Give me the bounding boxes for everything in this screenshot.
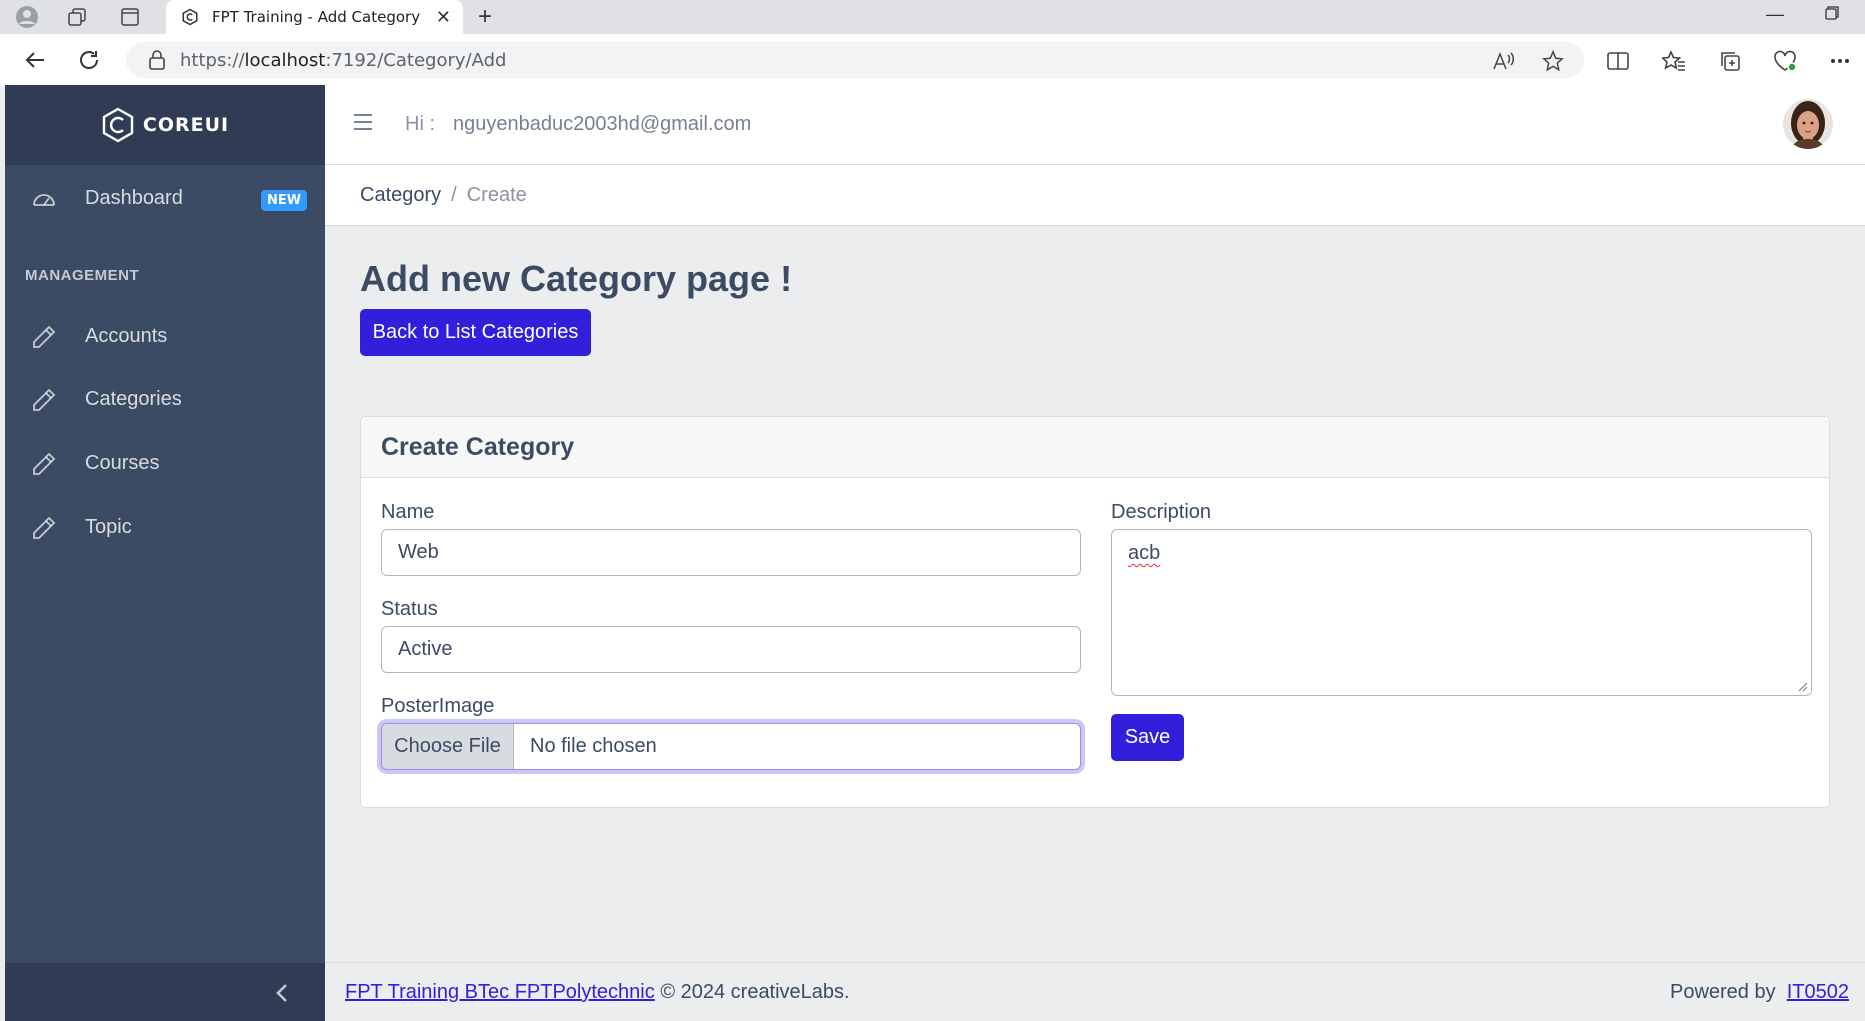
sidebar-item-categories[interactable]: Categories [5,371,325,427]
name-label: Name [381,501,435,523]
profile-icon[interactable] [14,5,40,29]
poster-image-file-input[interactable]: Choose File No file chosen [381,723,1081,770]
sidebar-item-label: Topic [85,515,132,538]
favorites-icon[interactable] [1660,48,1688,74]
sidebar-item-label: Accounts [85,324,168,347]
footer-powered-link[interactable]: IT0502 [1787,981,1849,1003]
sidebar-item-label: Dashboard [85,186,183,209]
browser-address-bar: https://localhost:7192/Category/Add [0,34,1865,86]
pencil-icon [33,516,56,539]
workspaces-icon[interactable] [64,5,90,29]
footer-powered-by: Powered by [1669,981,1776,1003]
new-badge: NEW [261,190,308,211]
breadcrumb-separator: / [451,183,457,206]
sidebar-item-accounts[interactable]: Accounts [5,308,325,364]
footer-brand-link[interactable]: FPT Training BTec FPTPolytechnic [345,981,655,1003]
status-input-value: Active [398,638,453,660]
tab-close-icon[interactable]: ✕ [436,7,451,28]
browser-essentials-icon[interactable] [1771,48,1799,74]
pencil-icon [33,388,56,411]
greeting-label: Hi : [405,113,435,135]
create-category-card: Create Category Name Web Status Active P… [360,416,1830,808]
browser-tab-strip: FPT Training - Add Category ✕ + — [0,0,1865,34]
coreui-favicon-icon [180,7,200,27]
description-value: acb [1128,542,1161,564]
hamburger-menu-icon[interactable] [353,113,373,131]
name-input-value: Web [398,541,439,563]
pencil-icon [33,325,56,348]
card-title: Create Category [361,417,1829,478]
choose-file-button[interactable]: Choose File [382,724,514,769]
breadcrumb-item-create: Create [466,183,527,206]
app-root: COREUI Dashboard NEW MANAGEMENT Accounts… [5,85,1865,1021]
resize-grip-icon[interactable] [1798,682,1808,692]
breadcrumb-item-category[interactable]: Category [360,184,441,207]
top-header: Hi : nguyenbaduc2003hd@gmail.com [325,85,1865,165]
brand-logo[interactable]: COREUI [5,85,325,165]
status-label: Status [381,598,438,620]
sidebar-item-courses[interactable]: Courses [5,435,325,491]
footer-copyright: © 2024 creativeLabs. [660,981,850,1003]
footer-left: FPT Training BTec FPTPolytechnic © 2024 … [345,981,850,1004]
read-aloud-icon[interactable] [1489,48,1517,74]
vertical-tabs-icon[interactable] [117,5,143,29]
sidebar-toggler[interactable] [5,963,325,1021]
file-status-text: No file chosen [530,735,657,757]
restore-icon[interactable] [1825,4,1839,25]
save-button[interactable]: Save [1111,714,1184,761]
description-textarea[interactable]: acb [1111,529,1812,696]
description-label: Description [1111,501,1212,523]
pencil-icon [33,452,56,475]
new-tab-icon[interactable]: + [478,3,492,31]
tab-title: FPT Training - Add Category [212,8,421,26]
breadcrumb: Category / Create [325,165,1865,226]
name-input[interactable]: Web [381,529,1081,576]
more-options-icon[interactable] [1826,48,1854,74]
back-arrow-icon[interactable] [20,46,50,74]
url-host: localhost [244,49,326,71]
sidebar-item-label: Categories [85,387,182,410]
browser-tab-active[interactable]: FPT Training - Add Category ✕ [166,0,463,34]
user-email: nguyenbaduc2003hd@gmail.com [453,113,752,135]
footer: FPT Training BTec FPTPolytechnic © 2024 … [325,962,1865,1021]
url-path: :7192/Category/Add [325,49,507,71]
status-input[interactable]: Active [381,626,1081,673]
collections-icon[interactable] [1716,48,1744,74]
sidebar-item-topic[interactable]: Topic [5,499,325,555]
sidebar-section-title: MANAGEMENT [25,267,140,284]
favorite-star-icon[interactable] [1539,48,1567,74]
minimize-icon[interactable]: — [1766,4,1784,25]
back-to-list-button[interactable]: Back to List Categories [360,309,591,356]
coreui-logo-icon [102,107,134,143]
refresh-icon[interactable] [74,46,104,74]
speedometer-icon [33,194,55,206]
brand-text: COREUI [142,114,230,136]
avatar[interactable] [1783,99,1833,149]
split-screen-icon[interactable] [1604,48,1632,74]
avatar-image-icon [1783,99,1833,149]
page-title: Add new Category page ! [360,258,793,299]
sidebar-item-dashboard[interactable]: Dashboard NEW [5,170,325,226]
chevron-left-icon [276,984,287,1002]
footer-right: Powered by IT0502 [1670,981,1849,1004]
url-input[interactable]: https://localhost:7192/Category/Add [126,42,1584,78]
poster-image-label: PosterImage [381,695,495,717]
sidebar: COREUI Dashboard NEW MANAGEMENT Accounts… [5,85,325,1021]
lock-icon[interactable] [148,50,166,75]
sidebar-item-label: Courses [85,451,160,474]
url-prefix: https:// [180,49,245,71]
